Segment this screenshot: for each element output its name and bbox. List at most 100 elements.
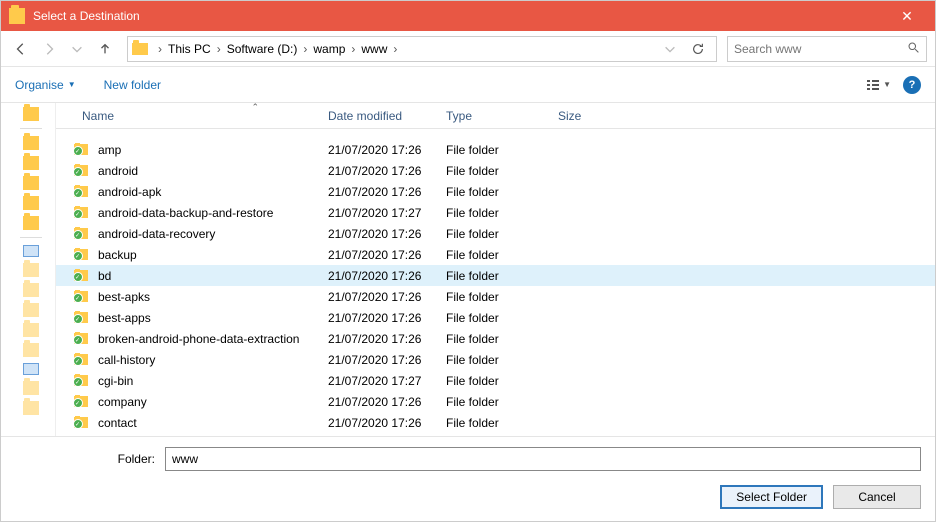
chevron-down-icon: ▼ — [883, 80, 891, 89]
file-date: 21/07/2020 17:26 — [320, 269, 438, 283]
tree-drive-icon[interactable] — [23, 245, 39, 257]
select-folder-button[interactable]: Select Folder — [720, 485, 823, 509]
file-date: 21/07/2020 17:26 — [320, 311, 438, 325]
nav-tree[interactable] — [1, 103, 56, 436]
up-button[interactable] — [93, 37, 117, 61]
folder-icon: ✓ — [74, 333, 88, 344]
file-name: best-apps — [98, 311, 151, 325]
back-button[interactable] — [9, 37, 33, 61]
folder-icon: ✓ — [74, 144, 88, 155]
close-button[interactable]: ✕ — [887, 1, 927, 31]
folder-icon: ✓ — [74, 249, 88, 260]
tree-folder-icon[interactable] — [23, 343, 39, 357]
table-row[interactable]: ✓data-retriever21/07/2020 17:26File fold… — [56, 433, 935, 436]
file-name: amp — [98, 143, 121, 157]
chevron-right-icon[interactable]: › — [389, 42, 401, 56]
tree-folder-icon[interactable] — [23, 136, 39, 150]
file-name: android — [98, 164, 138, 178]
table-row[interactable]: ✓backup21/07/2020 17:26File folder — [56, 244, 935, 265]
column-type[interactable]: Type — [438, 103, 550, 128]
column-size[interactable]: Size — [550, 103, 622, 128]
column-headers: Name⌃ Date modified Type Size — [56, 103, 935, 129]
file-type: File folder — [438, 227, 550, 241]
tree-folder-icon[interactable] — [23, 381, 39, 395]
breadcrumb-segment[interactable]: Software (D:) — [225, 42, 300, 56]
folder-icon — [132, 43, 148, 55]
new-folder-button[interactable]: New folder — [104, 78, 161, 92]
folder-icon: ✓ — [74, 396, 88, 407]
tree-folder-icon[interactable] — [23, 176, 39, 190]
tree-folder-icon[interactable] — [23, 196, 39, 210]
folder-icon: ✓ — [74, 354, 88, 365]
file-type: File folder — [438, 164, 550, 178]
table-row[interactable]: ✓amp21/07/2020 17:26File folder — [56, 139, 935, 160]
breadcrumb-segment[interactable]: www — [359, 42, 389, 56]
folder-icon — [9, 8, 25, 24]
address-dropdown[interactable] — [658, 37, 682, 61]
chevron-down-icon: ▼ — [68, 80, 76, 89]
table-row[interactable]: ✓cgi-bin21/07/2020 17:27File folder — [56, 370, 935, 391]
view-options-button[interactable]: ▼ — [865, 77, 891, 93]
file-name: call-history — [98, 353, 155, 367]
folder-input[interactable] — [165, 447, 921, 471]
table-row[interactable]: ✓android-data-backup-and-restore21/07/20… — [56, 202, 935, 223]
file-date: 21/07/2020 17:26 — [320, 416, 438, 430]
window-title: Select a Destination — [33, 9, 887, 23]
titlebar: Select a Destination ✕ — [1, 1, 935, 31]
tree-folder-icon[interactable] — [23, 323, 39, 337]
search-box[interactable] — [727, 36, 927, 62]
chevron-right-icon[interactable]: › — [299, 42, 311, 56]
chevron-right-icon[interactable]: › — [154, 42, 166, 56]
chevron-right-icon[interactable]: › — [213, 42, 225, 56]
folder-icon: ✓ — [74, 291, 88, 302]
tree-folder-icon[interactable] — [23, 263, 39, 277]
file-type: File folder — [438, 290, 550, 304]
file-date: 21/07/2020 17:26 — [320, 332, 438, 346]
chevron-right-icon[interactable]: › — [347, 42, 359, 56]
file-type: File folder — [438, 395, 550, 409]
tree-folder-icon[interactable] — [23, 107, 39, 121]
organise-menu[interactable]: Organise▼ — [15, 78, 76, 92]
folder-icon: ✓ — [74, 312, 88, 323]
help-button[interactable]: ? — [903, 76, 921, 94]
file-type: File folder — [438, 353, 550, 367]
file-name: broken-android-phone-data-extraction — [98, 332, 299, 346]
table-row[interactable]: ✓android21/07/2020 17:26File folder — [56, 160, 935, 181]
tree-folder-icon[interactable] — [23, 401, 39, 415]
file-type: File folder — [438, 248, 550, 262]
file-name: company — [98, 395, 147, 409]
cancel-button[interactable]: Cancel — [833, 485, 921, 509]
refresh-button[interactable] — [686, 37, 710, 61]
folder-icon: ✓ — [74, 417, 88, 428]
table-row[interactable]: ✓android-apk21/07/2020 17:26File folder — [56, 181, 935, 202]
address-bar[interactable]: › This PC›Software (D:)›wamp›www› — [127, 36, 717, 62]
table-row[interactable]: ✓best-apks21/07/2020 17:26File folder — [56, 286, 935, 307]
column-name[interactable]: Name⌃ — [74, 103, 320, 128]
file-name: android-apk — [98, 185, 161, 199]
recent-dropdown[interactable] — [65, 37, 89, 61]
file-name: android-data-recovery — [98, 227, 215, 241]
sort-indicator-icon: ⌃ — [251, 103, 259, 113]
table-row[interactable]: ✓contact21/07/2020 17:26File folder — [56, 412, 935, 433]
table-row[interactable]: ✓best-apps21/07/2020 17:26File folder — [56, 307, 935, 328]
file-date: 21/07/2020 17:26 — [320, 353, 438, 367]
breadcrumb-segment[interactable]: This PC — [166, 42, 213, 56]
tree-folder-icon[interactable] — [23, 216, 39, 230]
file-date: 21/07/2020 17:26 — [320, 227, 438, 241]
tree-drive-icon[interactable] — [23, 363, 39, 375]
tree-folder-icon[interactable] — [23, 156, 39, 170]
tree-folder-icon[interactable] — [23, 303, 39, 317]
table-row[interactable]: ✓android-data-recovery21/07/2020 17:26Fi… — [56, 223, 935, 244]
file-name: backup — [98, 248, 137, 262]
search-input[interactable] — [734, 42, 907, 56]
breadcrumb-segment[interactable]: wamp — [311, 42, 347, 56]
forward-button[interactable] — [37, 37, 61, 61]
table-row[interactable]: ✓company21/07/2020 17:26File folder — [56, 391, 935, 412]
table-row[interactable]: ✓bd21/07/2020 17:26File folder — [56, 265, 935, 286]
tree-folder-icon[interactable] — [23, 283, 39, 297]
folder-icon: ✓ — [74, 270, 88, 281]
table-row[interactable]: ✓ broken-android-phone-data-extraction 21/… — [56, 328, 935, 349]
file-list[interactable]: ✓amp21/07/2020 17:26File folder✓android2… — [56, 129, 935, 436]
column-date[interactable]: Date modified — [320, 103, 438, 128]
table-row[interactable]: ✓ call-history 21/07/2020 17:26File folder — [56, 349, 935, 370]
